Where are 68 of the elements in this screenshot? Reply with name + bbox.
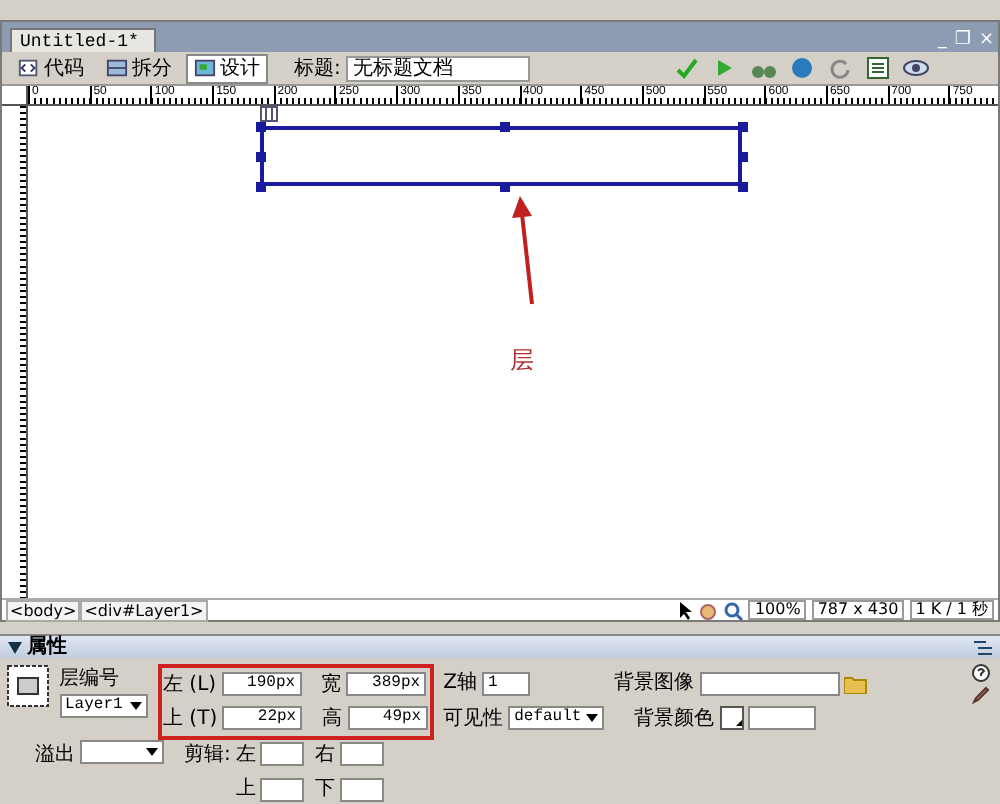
- layer-box[interactable]: [260, 126, 742, 186]
- download-time: 1 K / 1 秒: [909, 600, 994, 621]
- design-view-icon: [194, 58, 216, 78]
- clip-field[interactable]: [339, 742, 384, 766]
- left-field[interactable]: 190px: [221, 672, 302, 696]
- window-size-select[interactable]: 787 x 430: [811, 600, 905, 621]
- clip-label: 剪辑:: [184, 741, 231, 769]
- layer-id-select[interactable]: Layer1: [59, 693, 147, 717]
- resize-handle[interactable]: [738, 122, 748, 132]
- z-index-label: Z轴: [443, 669, 477, 698]
- clip-bottom-label: 下: [314, 776, 335, 804]
- annotation-label: 层: [510, 344, 534, 378]
- clip-field[interactable]: [260, 777, 305, 801]
- title-field[interactable]: 无标题文档: [346, 55, 531, 81]
- layer-id-label: 层编号: [59, 665, 121, 693]
- tag-selector[interactable]: <div#Layer1>: [80, 599, 208, 622]
- zoom-icon[interactable]: [723, 601, 744, 620]
- dropdown-icon: [146, 747, 158, 755]
- resize-handle[interactable]: [500, 182, 510, 192]
- background-image-label: 背景图像: [614, 669, 695, 698]
- edit-icon[interactable]: [972, 686, 990, 704]
- height-label: 高: [322, 705, 343, 733]
- clip-right-label: 右: [314, 741, 335, 769]
- clip-top-label: 上: [235, 775, 256, 804]
- width-label: 宽: [321, 671, 342, 699]
- top-field[interactable]: 22px: [222, 706, 303, 730]
- resize-handle[interactable]: [500, 122, 510, 132]
- code-icon: [18, 58, 40, 78]
- z-index-field[interactable]: 1: [481, 671, 530, 695]
- resize-handle[interactable]: [256, 122, 266, 132]
- dropdown-icon: [586, 714, 599, 722]
- background-color-field[interactable]: [748, 706, 817, 730]
- options-icon[interactable]: [974, 639, 992, 655]
- zoom-select[interactable]: 100%: [748, 600, 807, 621]
- background-color-label: 背景颜色: [634, 705, 715, 733]
- overflow-label: 溢出: [35, 741, 75, 769]
- width-field[interactable]: 389px: [346, 672, 427, 696]
- background-image-field[interactable]: [699, 671, 840, 695]
- left-label: 左 (L): [163, 671, 217, 699]
- height-field[interactable]: 49px: [347, 706, 428, 730]
- split-view-icon: [106, 58, 128, 78]
- clip-field[interactable]: [339, 777, 384, 801]
- overflow-select[interactable]: [80, 739, 164, 763]
- help-icon[interactable]: [972, 663, 990, 681]
- dropdown-icon: [129, 701, 141, 709]
- visibility-label: 可见性: [443, 705, 504, 733]
- layer-icon: [5, 663, 49, 707]
- eye-icon[interactable]: [902, 56, 930, 80]
- resize-handle[interactable]: [256, 152, 266, 162]
- document-tab[interactable]: Untitled-1*: [10, 28, 157, 52]
- clip-field[interactable]: [260, 742, 305, 766]
- folder-icon[interactable]: [844, 673, 869, 693]
- resize-handle[interactable]: [256, 182, 266, 192]
- resize-handle[interactable]: [738, 182, 748, 192]
- view-button[interactable]: 代码: [10, 53, 92, 83]
- clip-left-label: 左: [235, 741, 256, 769]
- color-swatch-icon[interactable]: [719, 706, 744, 730]
- title-label: 标题:: [294, 55, 341, 83]
- panel-toggle[interactable]: 属性: [8, 636, 67, 658]
- visibility-select[interactable]: default: [508, 706, 605, 730]
- view-button[interactable]: 拆分: [98, 53, 180, 83]
- refresh-icon[interactable]: [826, 56, 854, 80]
- top-label: 上 (T): [163, 705, 218, 733]
- tag-selector[interactable]: <body>: [6, 599, 81, 622]
- view-button[interactable]: 设计: [186, 53, 268, 83]
- check-icon[interactable]: [674, 56, 702, 80]
- resize-handle[interactable]: [738, 152, 748, 162]
- list-icon[interactable]: [864, 56, 892, 80]
